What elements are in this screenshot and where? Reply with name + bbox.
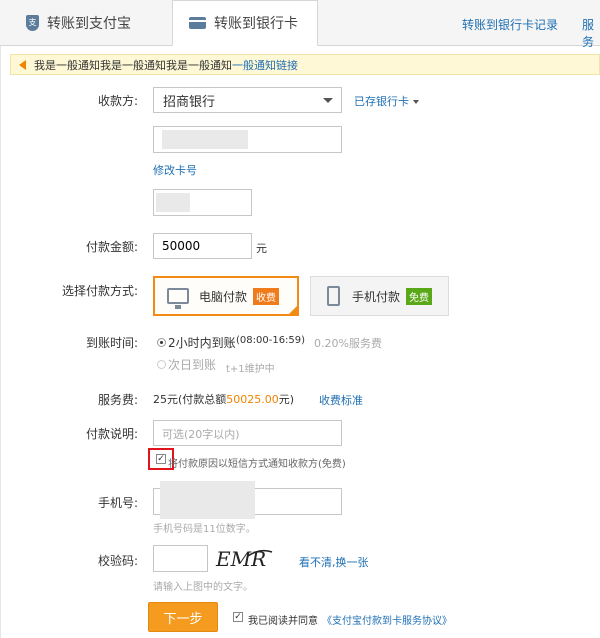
speaker-icon — [19, 59, 26, 70]
mobile-pay-option[interactable]: 手机付款 免费 — [310, 276, 449, 316]
payment-method-label: 选择付款方式: — [61, 284, 138, 298]
card-number-input[interactable] — [153, 126, 342, 153]
captcha-refresh-link[interactable]: 看不清,换一张 — [299, 554, 369, 570]
bank-select[interactable]: 招商银行 — [153, 87, 342, 113]
amount-input[interactable]: 50000 — [153, 233, 252, 259]
caret-down-icon — [413, 100, 419, 104]
arrival-fast-label: 2小时内到账 — [168, 336, 236, 350]
captcha-image[interactable]: EMR — [212, 542, 276, 574]
tab-transfer-to-alipay[interactable]: 支 转账到支付宝 — [0, 0, 170, 45]
arrival-next-radio[interactable] — [157, 360, 166, 369]
sms-notify-label: 将付款原因以短信方式通知收款方(免费) — [168, 459, 346, 470]
agree-checkbox[interactable]: ✓ — [233, 612, 243, 622]
masked-payee-name — [156, 193, 190, 212]
arrival-fast-time: (08:00-16:59) — [236, 335, 306, 346]
payment-note-input[interactable]: 可选(20字以内) — [153, 420, 342, 446]
masked-phone-number — [160, 481, 255, 519]
bank-select-value: 招商银行 — [163, 94, 216, 110]
content-border — [0, 46, 1, 638]
bank-transfer-records-link[interactable]: 转账到银行卡记录 — [462, 16, 558, 33]
chevron-down-icon — [323, 98, 333, 103]
phone-input[interactable] — [153, 481, 342, 519]
notice-link[interactable]: 一般通知链接 — [232, 57, 298, 73]
tab-label: 转账到银行卡 — [214, 16, 298, 32]
notice-text: 我是一般通知我是一般通知我是一般通知 — [34, 58, 232, 72]
captcha-hint: 请输入上图中的文字。 — [153, 582, 253, 593]
selected-check-icon — [287, 304, 299, 316]
arrival-time-label: 到账时间: — [85, 336, 138, 350]
saved-cards-label: 已存银行卡 — [354, 95, 409, 108]
free-badge: 免费 — [406, 287, 433, 305]
fee-text-post: 元) — [278, 393, 295, 406]
modify-card-link[interactable]: 修改卡号 — [153, 162, 197, 178]
phone-label: 手机号: — [97, 496, 138, 510]
service-link[interactable]: 服务 — [582, 16, 600, 50]
fee-standard-link[interactable]: 收费标准 — [319, 392, 363, 408]
fee-total: 50025.00 — [226, 393, 279, 406]
phone-hint: 手机号码是11位数字。 — [153, 524, 256, 535]
shield-icon: 支 — [26, 14, 39, 31]
bank-card-icon — [189, 17, 206, 29]
arrival-next-label: 次日到账 — [168, 358, 217, 372]
agreement-link[interactable]: 《支付宝付款到卡服务协议》 — [322, 612, 452, 627]
amount-unit: 元 — [256, 242, 267, 255]
next-step-button[interactable]: 下一步 — [148, 602, 218, 632]
phone-icon — [327, 286, 340, 306]
fee-badge: 收费 — [253, 287, 280, 305]
tab-bar: 支 转账到支付宝 转账到银行卡 转账到银行卡记录 服务 — [0, 0, 600, 49]
agree-text: 我已阅读并同意 — [248, 616, 318, 627]
fee-text-pre: 25元(付款总额 — [153, 393, 227, 406]
service-fee-label: 服务费: — [97, 393, 138, 407]
notice-bar: 我是一般通知我是一般通知我是一般通知 一般通知链接 — [10, 54, 600, 75]
saved-cards-dropdown[interactable]: 已存银行卡 — [354, 93, 419, 109]
payee-name-input[interactable] — [153, 189, 252, 216]
pc-pay-option[interactable]: 电脑付款 收费 — [153, 276, 299, 316]
masked-card-number — [162, 130, 248, 149]
arrival-fast-fee: 0.20%服务费 — [314, 337, 382, 350]
mobile-pay-label: 手机付款 — [352, 289, 401, 304]
amount-label: 付款金额: — [85, 240, 138, 254]
arrival-fast-radio[interactable] — [157, 338, 166, 347]
monitor-icon — [167, 288, 189, 309]
payee-label: 收款方: — [97, 94, 138, 108]
payment-note-label: 付款说明: — [85, 427, 138, 441]
tab-transfer-to-bank[interactable]: 转账到银行卡 — [172, 0, 318, 46]
arrival-next-note: t+1维护中 — [226, 364, 275, 375]
tab-label: 转账到支付宝 — [47, 15, 131, 32]
captcha-label: 校验码: — [97, 554, 138, 568]
captcha-input[interactable] — [153, 545, 208, 572]
service-fee-value: 25元(付款总额50025.00元) — [153, 391, 294, 407]
pc-pay-label: 电脑付款 — [199, 289, 248, 304]
